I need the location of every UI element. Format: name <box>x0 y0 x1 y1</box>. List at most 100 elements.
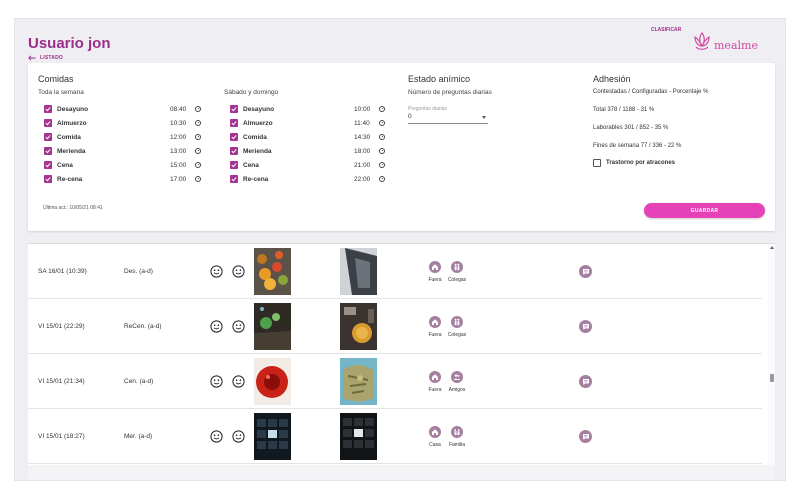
scrollbar[interactable] <box>768 244 775 466</box>
meal-photo-after[interactable] <box>340 358 377 405</box>
meal-checkbox[interactable] <box>44 161 52 169</box>
meal-time[interactable]: 11:40 <box>354 120 370 127</box>
meal-photo-before[interactable] <box>254 358 291 405</box>
meal-checkbox[interactable] <box>230 161 238 169</box>
meal-row[interactable]: Desayuno 08:40 <box>44 103 203 115</box>
meal-time[interactable]: 10:00 <box>354 106 370 113</box>
clock-icon[interactable] <box>379 106 385 112</box>
scrollbar-thumb[interactable] <box>769 374 774 382</box>
dropdown-arrow-icon <box>482 116 486 119</box>
back-to-list-link[interactable]: LISTADO <box>28 55 63 61</box>
company-context: Colegas <box>443 316 471 338</box>
trastorno-label: Trastorno por atracones <box>606 160 676 166</box>
meal-photo-before[interactable] <box>254 413 291 460</box>
entry-row[interactable]: VI 15/01 (22:29) ReCen. (a-d) Fuera Colegas <box>28 299 762 354</box>
smiley-face-icon[interactable] <box>232 265 245 278</box>
estado-subtitle: Número de preguntas diarias <box>408 89 492 96</box>
comidas-title: Comidas <box>38 74 74 84</box>
entry-row[interactable]: VI 15/01 (18:27) Mer. (a-d) Casa Familia <box>28 409 762 464</box>
clock-icon[interactable] <box>195 162 201 168</box>
meal-time[interactable]: 10:30 <box>170 120 186 127</box>
meal-row[interactable]: Cena 21:00 <box>230 159 387 171</box>
clock-icon[interactable] <box>379 120 385 126</box>
entry-row[interactable]: SA 16/01 (10:39) Des. (a-d) Fuera Colegas <box>28 244 762 299</box>
save-button[interactable]: GUARDAR <box>644 203 765 218</box>
meal-name: Comida <box>243 133 267 141</box>
clasificar-button[interactable]: CLASIFICAR <box>651 27 681 33</box>
entries-list[interactable]: SA 16/01 (10:39) Des. (a-d) Fuera Colegas VI… <box>28 243 775 466</box>
meal-photo-after[interactable] <box>340 413 377 460</box>
meal-row[interactable]: Desayuno 10:00 <box>230 103 387 115</box>
meal-photo-after[interactable] <box>340 248 377 295</box>
clock-icon[interactable] <box>195 106 201 112</box>
meal-checkbox[interactable] <box>230 105 238 113</box>
clock-icon[interactable] <box>195 134 201 140</box>
clock-icon[interactable] <box>379 162 385 168</box>
meal-checkbox[interactable] <box>230 133 238 141</box>
meal-photo-before[interactable] <box>254 248 291 295</box>
preguntas-select[interactable]: 0 <box>408 113 488 124</box>
meal-time[interactable]: 21:00 <box>354 162 370 169</box>
meal-time[interactable]: 12:00 <box>170 134 186 141</box>
smiley-face-icon[interactable] <box>232 430 245 443</box>
bottom-area <box>28 465 775 480</box>
clock-icon[interactable] <box>195 120 201 126</box>
meal-time[interactable]: 22:00 <box>354 176 370 183</box>
comment-icon[interactable] <box>579 430 592 443</box>
company-context: Amigos <box>443 371 471 393</box>
meal-name: Comida <box>57 133 81 141</box>
meal-checkbox[interactable] <box>44 175 52 183</box>
meal-time[interactable]: 17:00 <box>170 176 186 183</box>
smiley-face-icon[interactable] <box>210 265 223 278</box>
clock-icon[interactable] <box>379 148 385 154</box>
arrow-left-icon <box>28 55 36 61</box>
meal-checkbox[interactable] <box>230 119 238 127</box>
trastorno-checkbox-row[interactable]: Trastorno por atracones <box>593 159 675 167</box>
meal-time[interactable]: 13:00 <box>170 148 186 155</box>
meal-row[interactable]: Almuerzo 11:40 <box>230 117 387 129</box>
meal-row[interactable]: Comida 14:30 <box>230 131 387 143</box>
comment-icon[interactable] <box>579 265 592 278</box>
clock-icon[interactable] <box>195 176 201 182</box>
company-label: Familia <box>448 442 466 448</box>
entry-date: VI 15/01 (21:34) <box>38 378 85 385</box>
clock-icon[interactable] <box>379 176 385 182</box>
smiley-face-icon[interactable] <box>210 430 223 443</box>
meal-time[interactable]: 08:40 <box>170 106 186 113</box>
meal-time[interactable]: 14:30 <box>354 134 370 141</box>
smiley-face-icon[interactable] <box>210 320 223 333</box>
comment-icon[interactable] <box>579 375 592 388</box>
meal-name: Almuerzo <box>243 119 273 127</box>
comment-icon[interactable] <box>579 320 592 333</box>
trastorno-checkbox[interactable] <box>593 159 601 167</box>
meal-name: Cena <box>243 161 259 169</box>
smiley-face-icon[interactable] <box>210 375 223 388</box>
meal-time[interactable]: 18:00 <box>354 148 370 155</box>
meal-checkbox[interactable] <box>44 133 52 141</box>
meal-photo-before[interactable] <box>254 303 291 350</box>
meal-checkbox[interactable] <box>230 147 238 155</box>
meal-checkbox[interactable] <box>44 105 52 113</box>
page-title: Usuario jon <box>28 35 111 52</box>
scroll-up-arrow-icon[interactable] <box>769 246 774 249</box>
meal-name: Almuerzo <box>57 119 87 127</box>
meal-row[interactable]: Re-cena 22:00 <box>230 173 387 185</box>
meal-checkbox[interactable] <box>44 119 52 127</box>
meal-photo-after[interactable] <box>340 303 377 350</box>
meal-row[interactable]: Merienda 13:00 <box>44 145 203 157</box>
meal-checkbox[interactable] <box>44 147 52 155</box>
entry-row[interactable]: VI 15/01 (21:34) Cen. (a-d) Fuera Amigos <box>28 354 762 409</box>
company-context: Familia <box>443 426 471 448</box>
entry-date: SA 16/01 (10:39) <box>38 268 87 275</box>
clock-icon[interactable] <box>379 134 385 140</box>
meal-checkbox[interactable] <box>230 175 238 183</box>
smiley-face-icon[interactable] <box>232 375 245 388</box>
clock-icon[interactable] <box>195 148 201 154</box>
meal-row[interactable]: Cena 15:00 <box>44 159 203 171</box>
meal-row[interactable]: Re-cena 17:00 <box>44 173 203 185</box>
meal-row[interactable]: Merienda 18:00 <box>230 145 387 157</box>
meal-row[interactable]: Comida 12:00 <box>44 131 203 143</box>
smiley-face-icon[interactable] <box>232 320 245 333</box>
meal-time[interactable]: 15:00 <box>170 162 186 169</box>
meal-row[interactable]: Almuerzo 10:30 <box>44 117 203 129</box>
